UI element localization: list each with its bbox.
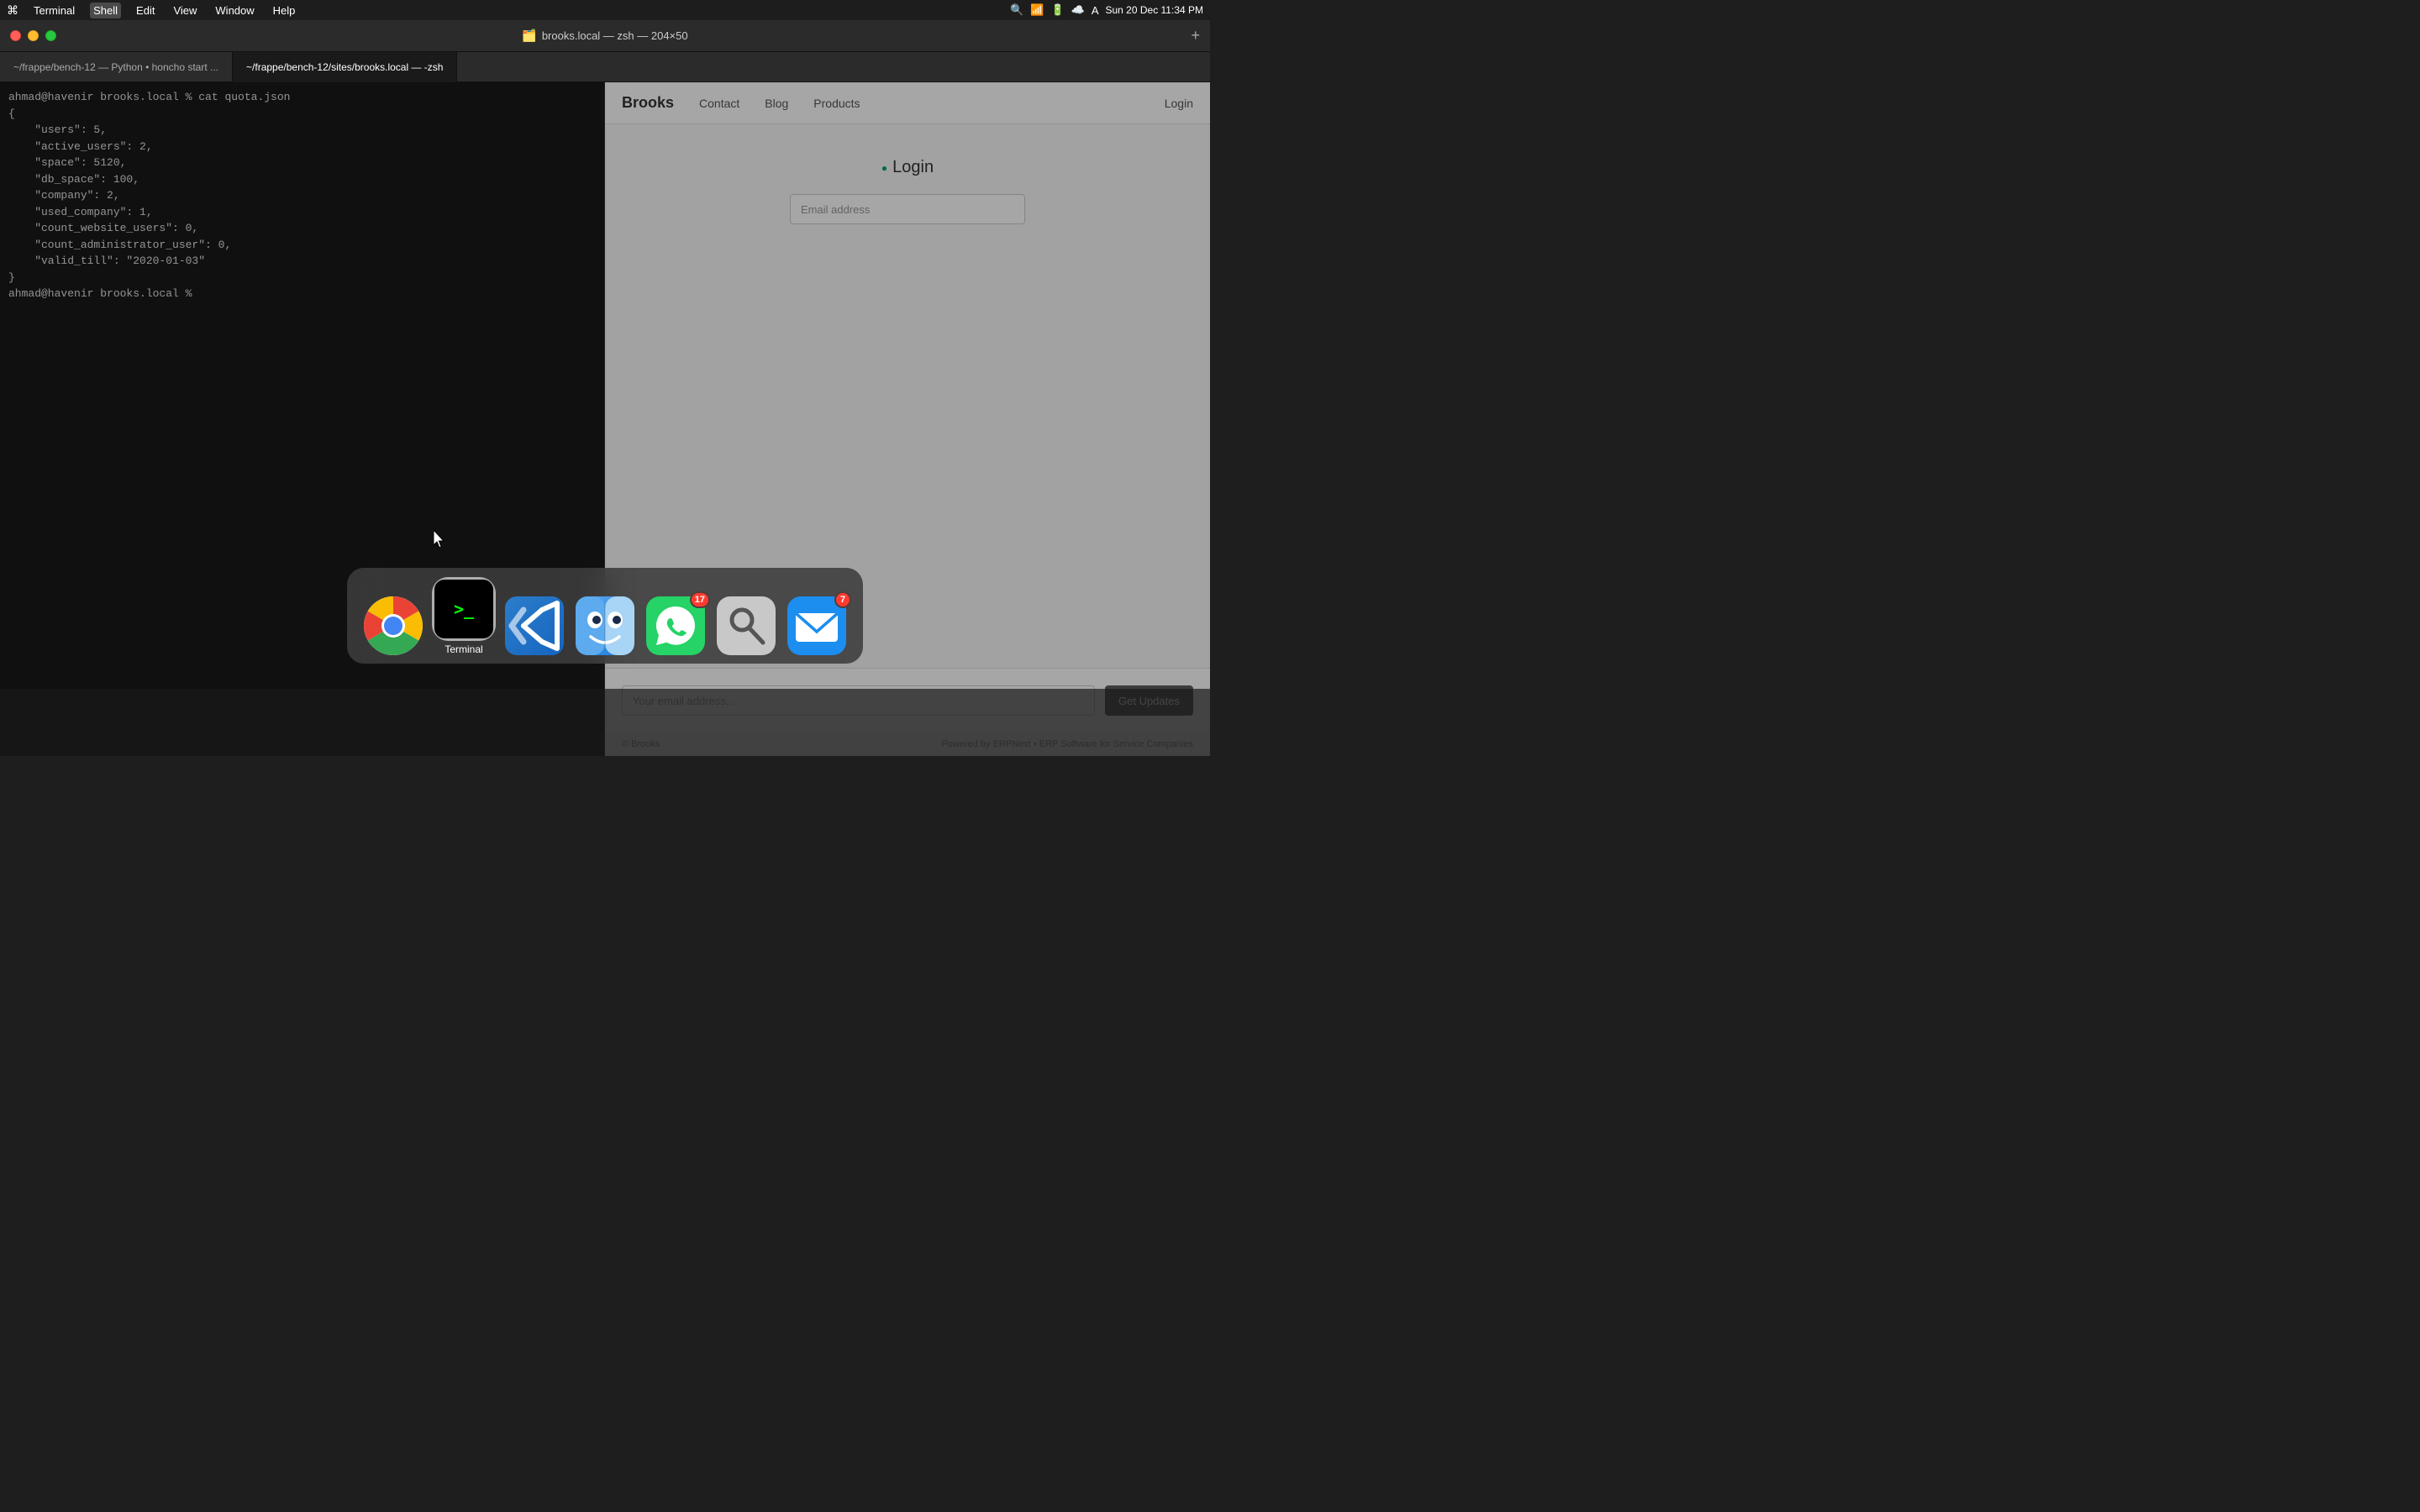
terminal-window: 🗂️ brooks.local — zsh — 204×50 + ~/frapp… [0, 20, 1210, 756]
whatsapp-badge: 17 [690, 591, 710, 608]
cloud-icon: ☁️ [1071, 3, 1085, 17]
tab-1[interactable]: ~/frappe/bench-12/sites/brooks.local — -… [233, 52, 457, 82]
close-button[interactable] [10, 30, 21, 41]
whatsapp-icon: 17 [646, 596, 705, 655]
apple-menu-icon[interactable]: ⌘ [7, 3, 18, 18]
tabs-bar: ~/frappe/bench-12 — Python • honcho star… [0, 52, 1210, 82]
new-tab-button[interactable]: + [1191, 27, 1200, 45]
dock-alfred[interactable] [717, 596, 776, 655]
title-bar: 🗂️ brooks.local — zsh — 204×50 + [0, 20, 1210, 52]
vscode-icon [505, 596, 564, 655]
terminal-dock-label: Terminal [445, 643, 482, 655]
menu-shell[interactable]: Shell [90, 3, 121, 18]
dock-vscode[interactable] [505, 596, 564, 655]
fullscreen-button[interactable] [45, 30, 56, 41]
menu-bar: ⌘ Terminal Shell Edit View Window Help 🔍… [0, 0, 1210, 20]
menu-bar-right: 🔍 📶 🔋 ☁️ A Sun 20 Dec 11:34 PM [1010, 3, 1203, 17]
alfred-icon [717, 596, 776, 655]
menu-window[interactable]: Window [212, 3, 257, 18]
font-icon: A [1092, 4, 1099, 17]
folder-icon: 🗂️ [522, 29, 536, 43]
minimize-button[interactable] [28, 30, 39, 41]
search-icon[interactable]: 🔍 [1010, 3, 1023, 17]
traffic-lights [0, 30, 56, 41]
dock-finder[interactable] [576, 596, 634, 655]
menu-terminal[interactable]: Terminal [30, 3, 78, 18]
dock-icons-row: >_ Terminal [364, 580, 846, 655]
dock-terminal[interactable]: >_ Terminal [434, 580, 493, 655]
mail-badge: 7 [834, 591, 851, 608]
wifi-icon: 📶 [1030, 3, 1044, 17]
dock-whatsapp[interactable]: 17 [646, 596, 705, 655]
dock-chrome[interactable] [364, 596, 423, 655]
clock: Sun 20 Dec 11:34 PM [1105, 4, 1203, 16]
chrome-icon [364, 596, 423, 655]
terminal-dock-icon: >_ [434, 580, 493, 638]
menu-edit[interactable]: Edit [133, 3, 158, 18]
dock-popup: >_ Terminal [347, 568, 863, 664]
battery-icon: 🔋 [1050, 3, 1064, 17]
mail-icon: 7 [787, 596, 846, 655]
window-title: 🗂️ brooks.local — zsh — 204×50 [522, 29, 687, 43]
menu-help[interactable]: Help [270, 3, 299, 18]
menu-view[interactable]: View [170, 3, 200, 18]
dock-mail[interactable]: 7 [787, 596, 846, 655]
content-area: ahmad@havenir brooks.local % cat quota.j… [0, 82, 1210, 756]
tab-0[interactable]: ~/frappe/bench-12 — Python • honcho star… [0, 52, 233, 82]
menu-bar-left: ⌘ Terminal Shell Edit View Window Help [7, 3, 298, 18]
finder-icon [576, 596, 634, 655]
